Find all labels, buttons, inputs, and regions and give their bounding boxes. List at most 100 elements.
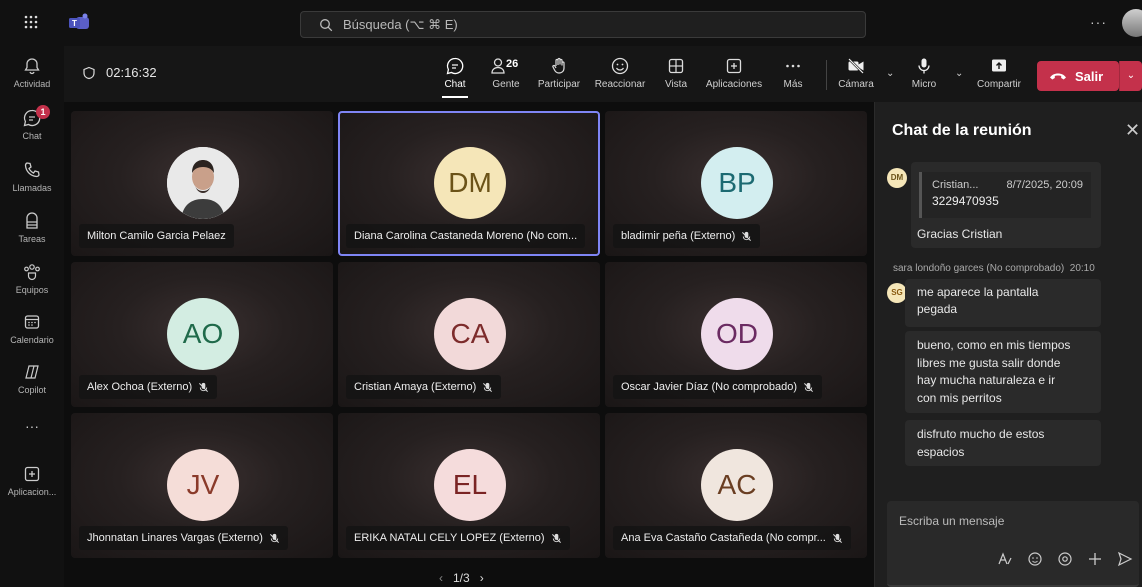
participant-avatar: AO — [167, 298, 239, 370]
mic-button[interactable]: Micro — [909, 56, 939, 90]
teams-icon — [24, 264, 40, 281]
rail-label: Copilot — [17, 385, 46, 395]
mic-options-chevron-icon[interactable]: ⌄ — [955, 68, 965, 79]
app-launcher-icon[interactable] — [22, 14, 40, 32]
quote-time: 8/7/2025, 20:09 — [1006, 179, 1083, 191]
participant-avatar: EL — [434, 449, 506, 521]
message-line: espacios — [917, 444, 965, 459]
shield-icon — [83, 66, 95, 79]
grid-view-icon — [668, 58, 684, 74]
message-line: disfruto mucho de estos — [917, 427, 1045, 441]
rail-label: Llamadas — [12, 183, 52, 193]
rail-more-button[interactable]: ··· — [0, 418, 64, 434]
quoted-message[interactable]: Cristian... 8/7/2025, 20:09 3229470935 — [919, 172, 1091, 218]
chat-label: Chat — [444, 79, 466, 90]
mic-muted-icon — [551, 533, 561, 543]
rail-label: Equipos — [15, 285, 49, 295]
participant-name-tag: bladimir peña (Externo) — [613, 224, 761, 248]
next-page-chevron-icon[interactable]: › — [480, 571, 484, 585]
participant-name: Cristian Amaya (Externo) — [354, 381, 477, 393]
rail-item-teams[interactable]: Equipos — [0, 262, 64, 295]
participant-name: Diana Carolina Castaneda Moreno (No com.… — [354, 230, 578, 242]
message-sender: sara londoño garces (No comprobado) 20:1… — [893, 263, 1095, 274]
participant-name-tag: Oscar Javier Díaz (No comprobado) — [613, 375, 823, 399]
sender-avatar: DM — [887, 168, 907, 188]
people-button[interactable]: 26 Gente — [488, 56, 524, 90]
share-button[interactable]: Compartir — [974, 56, 1024, 90]
participant-tile[interactable]: EL ERIKA NATALI CELY LOPEZ (Externo) — [338, 413, 600, 558]
participant-name-tag: Jhonnatan Linares Vargas (Externo) — [79, 526, 288, 550]
chat-button[interactable]: Chat — [440, 56, 470, 98]
message-line: pegada — [917, 302, 958, 316]
participant-tile[interactable]: AC Ana Eva Castaño Castañeda (No compr..… — [605, 413, 867, 558]
leave-options-chevron-icon[interactable]: ⌄ — [1119, 61, 1142, 91]
rail-label: Aplicacion... — [7, 487, 57, 497]
search-box[interactable]: Búsqueda (⌥ ⌘ E) — [300, 11, 866, 38]
microphone-icon — [918, 58, 930, 74]
title-bar: T Búsqueda (⌥ ⌘ E) ··· — [0, 0, 1142, 46]
participant-tile[interactable]: Milton Camilo Garcia Pelaez — [71, 111, 333, 256]
participant-name-tag: ERIKA NATALI CELY LOPEZ (Externo) — [346, 526, 570, 550]
raise-hand-button[interactable]: Participar — [534, 56, 584, 90]
rail-item-copilot[interactable]: Copilot — [0, 362, 64, 395]
participant-name-tag: Cristian Amaya (Externo) — [346, 375, 502, 399]
add-icon[interactable] — [1087, 551, 1103, 567]
message-text: Gracias Cristian — [917, 227, 1003, 241]
participant-tile[interactable]: DM Diana Carolina Castaneda Moreno (No c… — [338, 111, 600, 256]
participant-tile[interactable]: AO Alex Ochoa (Externo) — [71, 262, 333, 407]
chat-icon — [446, 57, 464, 75]
message-line: me aparece la pantalla — [917, 285, 1039, 299]
video-gallery: Milton Camilo Garcia Pelaez DM Diana Car… — [64, 102, 874, 587]
participant-avatar: OD — [701, 298, 773, 370]
participant-name-tag: Ana Eva Castaño Castañeda (No compr... — [613, 526, 851, 550]
emoji-icon[interactable] — [1027, 551, 1043, 567]
more-label: Más — [783, 79, 803, 90]
close-icon[interactable]: ✕ — [1125, 120, 1140, 141]
participant-tile[interactable]: CA Cristian Amaya (Externo) — [338, 262, 600, 407]
rail-item-activity[interactable]: Actividad — [0, 56, 64, 89]
camera-off-icon — [848, 58, 864, 74]
apps-icon — [24, 466, 40, 482]
calendar-icon — [24, 315, 40, 329]
message-compose-box[interactable]: Escriba un mensaje — [887, 501, 1139, 587]
loop-icon[interactable] — [1057, 551, 1073, 567]
leave-button[interactable]: Salir — [1037, 61, 1119, 91]
add-app-icon — [726, 58, 742, 74]
camera-options-chevron-icon[interactable]: ⌄ — [886, 68, 896, 79]
format-icon[interactable] — [997, 551, 1013, 567]
react-label: Reaccionar — [594, 79, 646, 90]
rail-item-calls[interactable]: Llamadas — [0, 160, 64, 193]
view-button[interactable]: Vista — [661, 56, 691, 90]
mic-muted-icon — [742, 231, 752, 241]
mic-muted-icon — [199, 382, 209, 392]
send-icon[interactable] — [1117, 551, 1133, 567]
message-time: 20:10 — [1069, 263, 1095, 274]
mic-muted-icon — [804, 382, 814, 392]
participant-name-tag: Alex Ochoa (Externo) — [79, 375, 218, 399]
more-options-button[interactable]: ··· — [1090, 14, 1107, 30]
leave-label: Salir — [1075, 68, 1104, 84]
more-button[interactable]: Más — [780, 56, 806, 90]
rail-item-calendar[interactable]: Calendario — [0, 312, 64, 345]
people-count: 26 — [506, 58, 519, 70]
participant-tile[interactable]: JV Jhonnatan Linares Vargas (Externo) — [71, 413, 333, 558]
participant-name: Jhonnatan Linares Vargas (Externo) — [87, 532, 263, 544]
apps-button[interactable]: Aplicaciones — [702, 56, 766, 90]
user-avatar[interactable] — [1122, 9, 1142, 37]
previous-page-chevron-icon[interactable]: ‹ — [439, 571, 443, 585]
rail-label: Calendario — [10, 335, 54, 345]
timer-text: 02:16:32 — [106, 65, 157, 80]
chat-message: me aparece la pantalla pegada — [905, 279, 1101, 327]
participant-name: ERIKA NATALI CELY LOPEZ (Externo) — [354, 532, 545, 544]
rail-item-tasks[interactable]: Tareas — [0, 211, 64, 244]
participant-name: Alex Ochoa (Externo) — [87, 381, 193, 393]
rail-item-chat[interactable]: 1 Chat — [0, 105, 64, 141]
react-button[interactable]: Reaccionar — [591, 56, 649, 90]
rail-label: Chat — [22, 131, 42, 141]
camera-button[interactable]: Cámara — [838, 56, 874, 90]
participant-tile[interactable]: OD Oscar Javier Díaz (No comprobado) — [605, 262, 867, 407]
unread-badge: 1 — [36, 105, 50, 119]
search-icon — [320, 18, 333, 31]
rail-item-apps[interactable]: Aplicacion... — [0, 464, 64, 497]
participant-tile[interactable]: BP bladimir peña (Externo) — [605, 111, 867, 256]
